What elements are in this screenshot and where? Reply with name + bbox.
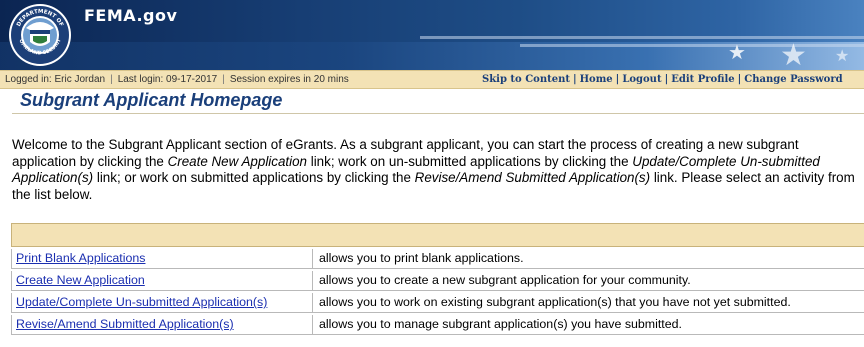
star-icon: ★ — [780, 38, 807, 70]
user-status-bar: Logged in: Eric Jordan | Last login: 09-17… — [0, 70, 864, 89]
site-title[interactable]: FEMA.gov — [84, 6, 177, 25]
update-complete-unsubmitted-link[interactable]: Update/Complete Un-submitted Application… — [16, 295, 267, 309]
activity-link-cell: Update/Complete Un-submitted Application… — [12, 293, 313, 312]
session-info: Logged in: Eric Jordan | Last login: 09-17… — [5, 71, 349, 88]
separator: | — [737, 74, 742, 85]
intro-emphasis: Create New Application — [167, 153, 308, 169]
home-link[interactable]: Home — [580, 74, 613, 85]
divider — [12, 113, 864, 114]
last-login: Last login: 09-17-2017 — [117, 74, 218, 85]
activity-table-header — [11, 223, 864, 247]
banner-flag-stripe — [520, 44, 864, 47]
session-expiry: Session expires in 20 mins — [229, 74, 349, 85]
revise-amend-submitted-link[interactable]: Revise/Amend Submitted Application(s) — [16, 317, 234, 331]
site-banner: DEPARTMENT OF HOMELAND SECURITY FEMA.gov… — [0, 0, 864, 70]
star-icon: ★ — [835, 46, 850, 65]
intro-paragraph: Welcome to the Subgrant Applicant sectio… — [12, 137, 864, 203]
activity-table: Print Blank Applications allows you to p… — [11, 223, 864, 335]
edit-profile-link[interactable]: Edit Profile — [671, 74, 734, 85]
separator: | — [222, 74, 225, 85]
activity-description: allows you to manage subgrant applicatio… — [319, 317, 682, 331]
logged-in-user: Logged in: Eric Jordan — [5, 74, 106, 85]
separator: | — [110, 74, 113, 85]
page-title: Subgrant Applicant Homepage — [20, 90, 283, 110]
intro-emphasis: Revise/Amend Submitted Application(s) — [414, 170, 651, 185]
create-new-application-link[interactable]: Create New Application — [16, 273, 145, 287]
dhs-seal-logo[interactable]: DEPARTMENT OF HOMELAND SECURITY — [6, 2, 74, 68]
activity-link-cell: Create New Application — [12, 271, 313, 290]
table-row: Create New Application allows you to cre… — [11, 271, 864, 291]
star-icon: ★ — [728, 40, 746, 64]
table-row: Revise/Amend Submitted Application(s) al… — [11, 315, 864, 335]
separator: | — [615, 74, 620, 85]
utility-nav: Skip to Content | Home | Logout | Edit Profile… — [482, 71, 843, 88]
intro-text: link; or work on submitted applications … — [93, 170, 415, 185]
print-blank-applications-link[interactable]: Print Blank Applications — [16, 251, 145, 265]
activity-description: allows you to create a new subgrant appl… — [319, 273, 691, 287]
activity-description: allows you to print blank applications. — [319, 251, 524, 265]
logout-link[interactable]: Logout — [622, 74, 661, 85]
activity-link-cell: Revise/Amend Submitted Application(s) — [12, 315, 313, 334]
skip-to-content-link[interactable]: Skip to Content — [482, 74, 570, 85]
activity-link-cell: Print Blank Applications — [12, 249, 313, 268]
activity-description: allows you to work on existing subgrant … — [319, 295, 791, 309]
change-password-link[interactable]: Change Password — [744, 74, 842, 85]
table-row: Update/Complete Un-submitted Application… — [11, 293, 864, 313]
separator: | — [664, 74, 669, 85]
separator: | — [572, 74, 577, 85]
table-row: Print Blank Applications allows you to p… — [11, 249, 864, 269]
intro-text: link; work on un-submitted applications … — [307, 153, 633, 169]
